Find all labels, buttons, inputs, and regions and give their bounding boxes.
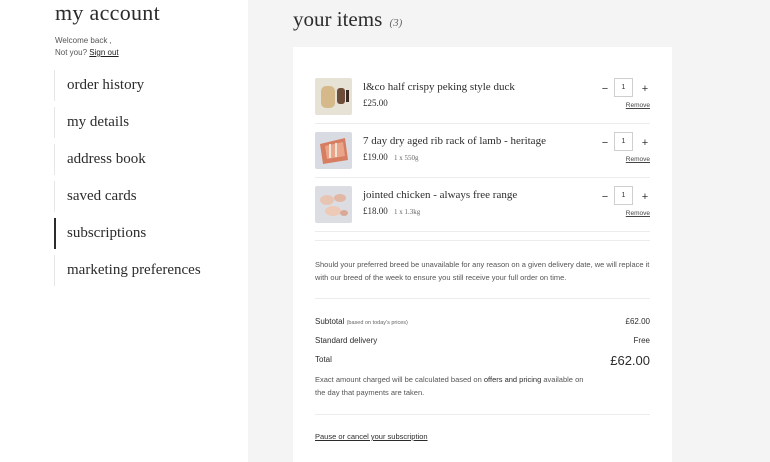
quantity-stepper: − 1 + (600, 132, 650, 154)
nav-item-my-details[interactable]: my details (54, 107, 201, 138)
items-heading: your items (3) (293, 7, 402, 32)
plus-icon[interactable]: + (640, 138, 650, 149)
lamb-product-image (315, 132, 352, 169)
pricing-note-pre: Exact amount charged will be calculated … (315, 375, 482, 384)
subscription-panel: l&co half crispy peking style duck £25.0… (293, 47, 672, 462)
price-value: £18.00 (363, 206, 388, 216)
minus-icon[interactable]: − (600, 84, 610, 95)
quantity-stepper: − 1 + (600, 186, 650, 208)
price-value: £25.00 (363, 98, 388, 108)
minus-icon[interactable]: − (600, 138, 610, 149)
duck-product-image (315, 78, 352, 115)
quantity-input[interactable]: 1 (614, 78, 633, 97)
divider (315, 240, 650, 241)
total-value: £62.00 (610, 353, 650, 368)
pause-cancel-link[interactable]: Pause or cancel your subscription (315, 432, 428, 441)
subtotal-label-text: Subtotal (315, 317, 345, 326)
subtotal-note: (based on today's prices) (346, 320, 408, 326)
items-count: (3) (389, 17, 403, 29)
account-nav: order history my details address book sa… (54, 70, 201, 292)
item-name: l&co half crispy peking style duck (363, 81, 515, 93)
list-item: l&co half crispy peking style duck £25.0… (315, 78, 650, 124)
nav-item-subscriptions[interactable]: subscriptions (54, 218, 201, 249)
remove-button[interactable]: Remove (626, 102, 650, 109)
delivery-value: Free (633, 336, 650, 345)
item-weight: 1 x 550g (394, 154, 419, 162)
price-value: £19.00 (363, 152, 388, 162)
subtotal-row: Subtotal (based on today's prices) £62.0… (315, 317, 650, 326)
delivery-label: Standard delivery (315, 336, 378, 345)
chicken-product-image (315, 186, 352, 223)
plus-icon[interactable]: + (640, 192, 650, 203)
delivery-row: Standard delivery Free (315, 336, 650, 345)
not-you-text: Not you? (55, 48, 88, 57)
items-title: your items (293, 7, 383, 31)
divider (315, 298, 650, 299)
divider (315, 414, 650, 415)
item-price: £18.00 1 x 1.3kg (363, 206, 420, 216)
welcome-text: Welcome back , (55, 36, 112, 45)
plus-icon[interactable]: + (640, 84, 650, 95)
substitution-note: Should your preferred breed be unavailab… (315, 260, 650, 282)
item-price: £19.00 1 x 550g (363, 152, 419, 162)
item-price: £25.00 (363, 98, 388, 108)
page-title: my account (55, 0, 161, 25)
nav-item-saved-cards[interactable]: saved cards (54, 181, 201, 212)
sign-out-link[interactable]: Sign out (89, 48, 118, 57)
remove-button[interactable]: Remove (626, 156, 650, 163)
item-name: jointed chicken - always free range (363, 189, 518, 201)
nav-item-order-history[interactable]: order history (54, 70, 201, 101)
minus-icon[interactable]: − (600, 192, 610, 203)
list-item: 7 day dry aged rib rack of lamb - herita… (315, 132, 650, 178)
total-row: Total £62.00 (315, 353, 650, 368)
pricing-note: Exact amount charged will be calculated … (315, 373, 595, 399)
account-sidebar: my account Welcome back , Not you? Sign … (0, 0, 248, 462)
item-weight: 1 x 1.3kg (394, 208, 421, 216)
not-you-line: Not you? Sign out (55, 48, 119, 57)
list-item: jointed chicken - always free range £18.… (315, 186, 650, 232)
quantity-input[interactable]: 1 (614, 132, 633, 151)
subtotal-value: £62.00 (625, 317, 650, 326)
quantity-stepper: − 1 + (600, 78, 650, 100)
remove-button[interactable]: Remove (626, 210, 650, 217)
quantity-input[interactable]: 1 (614, 186, 633, 205)
total-label: Total (315, 355, 332, 364)
nav-item-marketing-preferences[interactable]: marketing preferences (54, 255, 201, 286)
item-name: 7 day dry aged rib rack of lamb - herita… (363, 135, 546, 147)
subtotal-label: Subtotal (based on today's prices) (315, 317, 408, 326)
offers-pricing-link[interactable]: offers and pricing (484, 375, 541, 384)
nav-item-address-book[interactable]: address book (54, 144, 201, 175)
